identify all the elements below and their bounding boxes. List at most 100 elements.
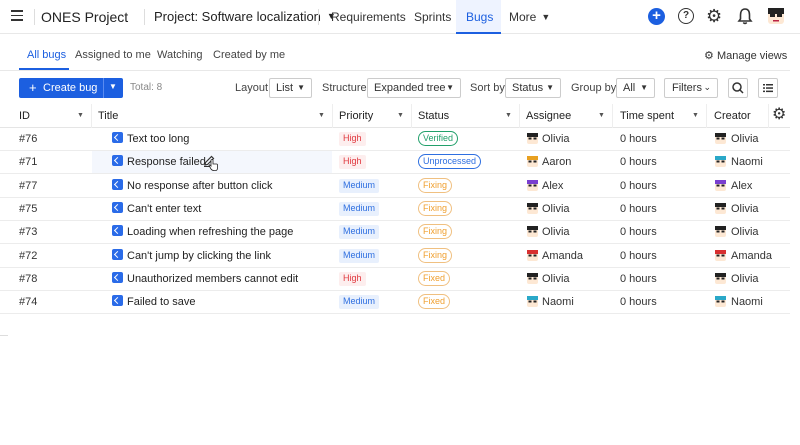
col-status[interactable]: Status (418, 110, 449, 122)
table-row[interactable]: #72 Can't jump by clicking the link Medium… (0, 245, 790, 268)
table-row[interactable]: #73 Loading when refreshing the page Mediu… (0, 221, 790, 245)
status-badge[interactable]: Verified (418, 131, 459, 146)
col-creator[interactable]: Creator (714, 110, 751, 122)
subtab-watching[interactable]: Watching (157, 49, 202, 61)
title-cell[interactable]: Loading when refreshing the page (92, 221, 332, 243)
filters-button[interactable]: Filters ⌄ (664, 78, 718, 98)
status-badge[interactable]: Fixing (418, 247, 453, 263)
title-cell[interactable]: Can't enter text (92, 198, 332, 220)
bug-title[interactable]: Text too long (127, 133, 189, 145)
layout-select[interactable]: List ▼ (269, 78, 312, 98)
bug-type-icon (112, 271, 123, 283)
title-cell[interactable]: Unauthorized members cannot edit (92, 268, 332, 290)
subtab-all-bugs[interactable]: All bugs (27, 49, 66, 61)
title-cell[interactable]: Response failed (92, 151, 332, 174)
gear-icon[interactable]: ⚙ (706, 6, 722, 26)
title-cell[interactable]: Text too long (92, 128, 332, 150)
caret-down-icon[interactable]: ▼ (318, 112, 325, 119)
status-badge[interactable]: Fixing (418, 200, 453, 216)
bug-title[interactable]: Loading when refreshing the page (127, 226, 293, 238)
bug-title[interactable]: Unauthorized members cannot edit (127, 273, 298, 285)
structure-select[interactable]: Expanded tree ▼ (367, 78, 461, 98)
bug-title[interactable]: No response after button click (127, 180, 273, 192)
status-badge[interactable]: Fixed (418, 270, 451, 286)
avatar (715, 156, 726, 168)
creator-name: Olivia (731, 226, 759, 239)
col-assignee[interactable]: Assignee (526, 110, 571, 122)
bug-title[interactable]: Can't enter text (127, 203, 201, 215)
list-view-button[interactable] (758, 78, 778, 98)
bug-title[interactable]: Failed to save (127, 296, 195, 308)
col-id[interactable]: ID (19, 110, 30, 122)
caret-down-icon[interactable]: ▼ (397, 112, 404, 119)
title-cell[interactable]: Failed to save (92, 291, 332, 313)
table-row[interactable]: #71 Response failed High Unprocessed Aaron 0 … (0, 151, 790, 175)
sortby-select[interactable]: Status ▼ (505, 78, 561, 98)
column-settings-icon[interactable]: ⚙ (772, 107, 786, 123)
col-divider (706, 104, 707, 128)
table-row[interactable]: #75 Can't enter text Medium Fixing Olivia 0 h… (0, 198, 790, 221)
manage-views-button[interactable]: ⚙ Manage views (704, 49, 787, 62)
list-icon (763, 84, 773, 93)
subtab-created-by-me[interactable]: Created by me (213, 49, 285, 61)
structure-value: Expanded tree (374, 82, 446, 94)
creator-name: Naomi (731, 156, 763, 169)
col-time-spent[interactable]: Time spent (620, 110, 674, 122)
avatar[interactable] (766, 6, 786, 26)
manage-views-label: Manage views (716, 50, 788, 62)
button-split (103, 78, 104, 98)
search-button[interactable] (728, 78, 748, 98)
bug-title[interactable]: Can't jump by clicking the link (127, 250, 271, 262)
filters-label: Filters (672, 82, 702, 94)
bug-title[interactable]: Response failed (127, 156, 206, 168)
app-title: ONES Project (41, 9, 129, 25)
structure-label: Structure (322, 82, 367, 94)
avatar (527, 133, 538, 144)
menu-icon[interactable] (11, 10, 23, 21)
tab-more[interactable]: More ▼ (509, 10, 550, 24)
groupby-label: Group by (571, 82, 617, 94)
title-cell[interactable]: Can't jump by clicking the link (92, 245, 332, 267)
chevron-down-icon: ▼ (541, 12, 551, 22)
subtab-divider (0, 70, 790, 71)
assignee-name: Naomi (542, 296, 574, 309)
caret-down-icon[interactable]: ▼ (692, 112, 699, 119)
project-selector[interactable]: Project: Software localization ▼ (154, 9, 336, 24)
groupby-select[interactable]: All ▼ (616, 78, 655, 98)
add-icon[interactable]: + (648, 8, 665, 25)
chevron-down-icon[interactable]: ▼ (109, 82, 117, 91)
creator-name: Olivia (731, 133, 759, 145)
caret-down-icon[interactable]: ▼ (77, 112, 84, 119)
status-badge[interactable]: Unprocessed (418, 154, 482, 170)
col-divider (332, 104, 333, 128)
avatar (527, 179, 538, 191)
time-spent: 0 hours (620, 272, 657, 285)
status-badge[interactable]: Fixing (418, 224, 453, 240)
tab-requirements[interactable]: Requirements (331, 10, 406, 24)
tab-bugs[interactable]: Bugs (466, 10, 493, 24)
tab-sprints[interactable]: Sprints (414, 10, 451, 24)
time-spent: 0 hours (620, 296, 657, 309)
bug-type-icon (112, 155, 123, 167)
col-priority[interactable]: Priority (339, 110, 373, 122)
table-row[interactable]: #78 Unauthorized members cannot edit High F… (0, 268, 790, 291)
bell-icon[interactable] (737, 7, 753, 25)
table-row[interactable]: #77 No response after button click Medium F… (0, 175, 790, 198)
subtab-assigned-to-me[interactable]: Assigned to me (75, 49, 151, 61)
help-icon[interactable]: ? (678, 8, 694, 24)
caret-down-icon[interactable]: ▼ (598, 112, 605, 119)
caret-down-icon[interactable]: ▼ (505, 112, 512, 119)
create-bug-button[interactable]: + Create bug ▼ (19, 78, 123, 98)
avatar (715, 133, 726, 144)
bug-id: #71 (19, 156, 38, 169)
table-row[interactable]: #74 Failed to save Medium Fixed Naomi 0 hours… (0, 291, 790, 315)
col-title[interactable]: Title (98, 110, 118, 122)
col-divider (519, 104, 520, 128)
avatar (527, 156, 538, 168)
layout-value: List (276, 82, 294, 94)
plus-icon: + (29, 80, 37, 95)
status-badge[interactable]: Fixed (418, 294, 451, 310)
status-badge[interactable]: Fixing (418, 177, 453, 193)
table-row[interactable]: #76 Text too long High Verified Olivia 0 hour… (0, 128, 790, 151)
title-cell[interactable]: No response after button click (92, 175, 332, 197)
